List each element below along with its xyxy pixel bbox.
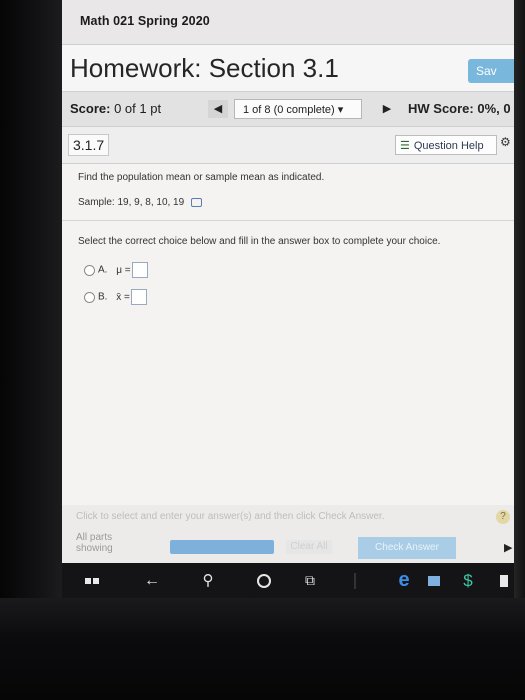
choice-a[interactable]: A. μ = (84, 262, 148, 278)
score-value: 0 of 1 pt (114, 101, 162, 116)
gear-icon[interactable]: ⚙ (500, 135, 511, 149)
windows-icon[interactable] (80, 563, 104, 598)
cortana-icon[interactable] (252, 563, 276, 598)
edge-icon[interactable]: e (394, 563, 414, 598)
parts-showing: All parts showing (76, 532, 113, 554)
question-select[interactable]: 1 of 8 (0 complete) ▾ (234, 99, 362, 119)
answer-footer: Click to select and enter your answer(s)… (62, 505, 514, 563)
choice-a-letter: A. (98, 264, 108, 276)
choice-a-answer-box[interactable] (131, 262, 148, 278)
monitor-bezel-bottom (0, 598, 525, 700)
windows-taskbar: ← ⚲ ⧉ e $ (62, 563, 514, 598)
question-number-bar: 3.1.7 ☰ Question Help ⚙ (62, 127, 514, 163)
clear-all-button[interactable]: Clear All (286, 540, 332, 554)
answer-hint: Click to select and enter your answer(s)… (76, 511, 385, 522)
score-label: Score: (70, 101, 111, 116)
parts-line-2: showing (76, 543, 113, 554)
monitor-bezel-left (0, 0, 62, 700)
next-question-button[interactable]: ▶ (378, 100, 396, 118)
homework-header: Homework: Section 3.1 Sav (62, 45, 514, 91)
choice-b-symbol: x̄ = (116, 291, 130, 303)
previous-question-button[interactable]: ◀ (208, 100, 228, 118)
sample-values: Sample: 19, 9, 8, 10, 19 (78, 197, 185, 208)
choice-b-radio[interactable] (84, 291, 95, 303)
question-panel: Find the population mean or sample mean … (62, 163, 514, 506)
taskbar-divider (354, 573, 356, 589)
help-icon[interactable]: ? (496, 510, 510, 524)
choice-b[interactable]: B. x̄ = (84, 289, 147, 305)
triangle-right-icon: ▶ (382, 103, 392, 115)
question-sample: Sample: 19, 9, 8, 10, 19 (78, 197, 202, 208)
choice-a-radio[interactable] (84, 264, 95, 276)
browser-screen: Math 021 Spring 2020 Homework: Section 3… (62, 0, 514, 598)
choice-b-letter: B. (98, 291, 108, 303)
task-view-icon[interactable]: ⧉ (298, 563, 322, 598)
question-help-button[interactable]: ☰ Question Help (395, 135, 497, 155)
triangle-left-icon: ◀ (213, 103, 223, 115)
page-title: Homework: Section 3.1 (70, 53, 339, 83)
list-icon: ☰ (400, 140, 410, 152)
save-button[interactable]: Sav (468, 59, 514, 83)
choice-a-symbol: μ = (116, 264, 131, 276)
back-arrow-icon[interactable]: ← (140, 563, 164, 598)
store-icon[interactable] (424, 563, 444, 598)
course-bar: Math 021 Spring 2020 (62, 0, 514, 45)
search-icon[interactable]: ⚲ (196, 563, 220, 598)
parts-progress-bar (170, 540, 274, 554)
copy-data-icon[interactable] (190, 197, 202, 207)
question-help-label: Question Help (413, 140, 484, 152)
question-number: 3.1.7 (68, 134, 110, 156)
check-answer-button[interactable]: Check Answer (358, 537, 456, 559)
course-title[interactable]: Math 021 Spring 2020 (80, 14, 210, 28)
question-prompt: Find the population mean or sample mean … (78, 172, 325, 183)
score-display: Score: 0 of 1 pt (70, 101, 161, 116)
dollar-app-icon[interactable]: $ (458, 563, 478, 598)
parts-line-1: All parts (76, 532, 113, 543)
app-icon[interactable] (494, 563, 514, 598)
next-part-arrow-icon[interactable]: ▶ (504, 541, 512, 554)
divider (62, 220, 514, 221)
choice-b-answer-box[interactable] (130, 289, 147, 305)
score-bar: Score: 0 of 1 pt ◀ 1 of 8 (0 complete) ▾… (62, 91, 514, 127)
question-instruction: Select the correct choice below and fill… (78, 236, 441, 247)
hw-score: HW Score: 0%, 0 (408, 101, 511, 116)
